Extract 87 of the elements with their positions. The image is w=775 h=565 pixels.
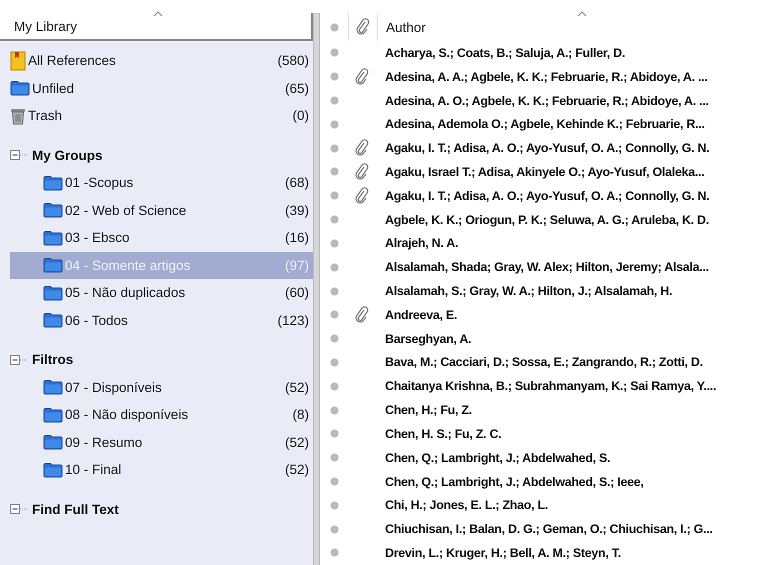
author-column-header[interactable]: Author xyxy=(386,20,426,34)
paperclip-icon xyxy=(355,186,369,205)
group-item[interactable]: 06 - Todos (123) xyxy=(10,306,313,334)
author-cell: Chen, Q.; Lambright, J.; Abdelwahed, S.; Ieee, xyxy=(385,474,644,489)
sort-caret-icon xyxy=(153,11,163,17)
author-cell: Chi, H.; Jones, E. L.; Zhao, L. xyxy=(385,498,548,512)
author-cell: Chaitanya Krishna, B.; Subrahmanyam, K.; Sai Ramya, Y.... xyxy=(385,379,716,394)
book-icon xyxy=(10,50,26,71)
author-cell: Andreeva, E. xyxy=(385,308,458,322)
folder-icon xyxy=(43,406,63,423)
author-cell: Adesina, A. O.; Agbele, K. K.; Februarie, R.; Abidoye, A. ... xyxy=(385,94,709,108)
author-cell: Agaku, I. T.; Adisa, A. O.; Ayo-Yusuf, O. A.; Connolly, G. N. xyxy=(385,141,710,156)
read-status-icon xyxy=(330,429,338,438)
read-status-icon xyxy=(330,72,338,82)
folder-icon xyxy=(43,434,63,450)
folder-icon xyxy=(10,80,30,96)
author-cell: Chen, H. S.; Fu, Z. C. xyxy=(385,426,502,441)
sort-caret-icon xyxy=(577,11,587,17)
author-cell: Chen, H.; Fu, Z. xyxy=(385,403,472,418)
read-status-icon xyxy=(330,191,338,200)
read-status-icon xyxy=(330,524,338,534)
folder-icon xyxy=(43,230,63,246)
folder-icon xyxy=(43,174,63,191)
group-title[interactable]: Find Full Text xyxy=(32,502,119,517)
author-cell: Barseghyan, A. xyxy=(385,332,472,346)
folder-icon xyxy=(43,257,63,274)
read-status-icon xyxy=(330,215,338,224)
author-cell: Agaku, I. T.; Adisa, A. O.; Ayo-Yusuf, O. A.; Connolly, G. N. xyxy=(385,188,710,203)
group-item[interactable]: 08 - Não disponíveis (8) xyxy=(10,401,313,428)
group-item[interactable]: 03 - Ebsco (16) xyxy=(10,224,313,252)
collapse-icon[interactable] xyxy=(10,504,28,514)
folder-icon xyxy=(43,284,63,301)
read-status-icon xyxy=(330,382,338,391)
paperclip-icon xyxy=(355,139,369,158)
read-status-icon xyxy=(330,48,338,58)
paperclip-icon xyxy=(356,18,370,36)
author-cell: Agaku, Israel T.; Adisa, Akinyele O.; Ayo-Yusuf, Olaleka... xyxy=(385,164,704,179)
group-item[interactable]: 10 - Final (52) xyxy=(10,456,313,484)
read-status-icon xyxy=(330,453,338,462)
folder-icon xyxy=(43,312,63,328)
read-status-icon xyxy=(330,286,338,296)
read-status-icon xyxy=(330,310,338,320)
read-status-icon xyxy=(330,334,338,344)
library-item[interactable]: Trash (0) xyxy=(10,102,313,130)
paperclip-icon xyxy=(355,306,369,324)
library-item[interactable]: Unfiled (65) xyxy=(10,74,313,102)
collapse-icon[interactable] xyxy=(10,150,28,160)
trash-icon xyxy=(10,106,26,125)
group-item[interactable]: 05 - Não duplicados (60) xyxy=(10,279,313,306)
read-status-icon xyxy=(330,120,338,129)
library-title: My Library xyxy=(14,18,78,34)
group-item[interactable]: 01 -Scopus (68) xyxy=(10,169,313,196)
group-title[interactable]: My Groups xyxy=(32,148,103,163)
group-item[interactable]: 09 - Resumo (52) xyxy=(10,428,313,456)
read-status-icon xyxy=(330,262,338,272)
group-item[interactable]: 07 - Disponíveis (52) xyxy=(10,374,313,401)
author-cell: Acharya, S.; Coats, B.; Saluja, A.; Fuller, D. xyxy=(385,46,626,60)
read-status-icon xyxy=(330,406,338,415)
read-status-icon xyxy=(330,548,338,558)
group-title[interactable]: Filtros xyxy=(32,352,74,368)
author-cell: Alsalamah, Shada; Gray, W. Alex; Hilton, Jeremy; Alsala... xyxy=(385,260,709,274)
folder-icon xyxy=(43,462,63,478)
author-cell: Adesina, A. A.; Agbele, K. K.; Februarie, R.; Abidoye, A. ... xyxy=(385,70,708,84)
author-cell: Chiuchisan, I.; Balan, D. G.; Geman, O.; Chiuchisan, I.; G... xyxy=(385,522,713,536)
collapse-icon[interactable] xyxy=(10,354,28,365)
paperclip-icon xyxy=(355,162,369,181)
group-item[interactable]: 02 - Web of Science (39) xyxy=(10,196,313,224)
read-status-icon xyxy=(330,96,338,106)
library-header[interactable]: My Library xyxy=(0,13,313,41)
author-cell: Alrajeh, N. A. xyxy=(385,236,458,250)
author-cell: Drevin, L.; Kruger, H.; Bell, A. M.; Steyn, T. xyxy=(385,546,621,560)
folder-icon xyxy=(43,202,63,218)
author-cell: Adesina, Ademola O.; Agbele, Kehinde K.; Februarie, R... xyxy=(385,117,705,132)
read-status-icon xyxy=(330,238,338,248)
paperclip-icon xyxy=(355,68,369,86)
read-status-icon xyxy=(330,477,338,486)
read-status-icon xyxy=(330,500,338,510)
author-cell: Bava, M.; Cacciari, D.; Sossa, E.; Zangrando, R.; Zotti, D. xyxy=(385,355,703,370)
author-cell: Agbele, K. K.; Oriogun, P. K.; Seluwa, A. G.; Aruleba, K. D. xyxy=(385,212,709,227)
author-cell: Alsalamah, S.; Gray, W. A.; Hilton, J.; Alsalamah, H. xyxy=(385,284,672,298)
read-status-icon xyxy=(330,144,338,153)
folder-icon xyxy=(43,379,63,396)
read-status-icon xyxy=(330,167,338,176)
read-status-icon xyxy=(330,358,338,367)
author-cell: Chen, Q.; Lambright, J.; Abdelwahed, S. xyxy=(385,450,610,465)
library-item[interactable]: All References (580) xyxy=(10,47,313,74)
read-status-icon xyxy=(330,22,338,32)
